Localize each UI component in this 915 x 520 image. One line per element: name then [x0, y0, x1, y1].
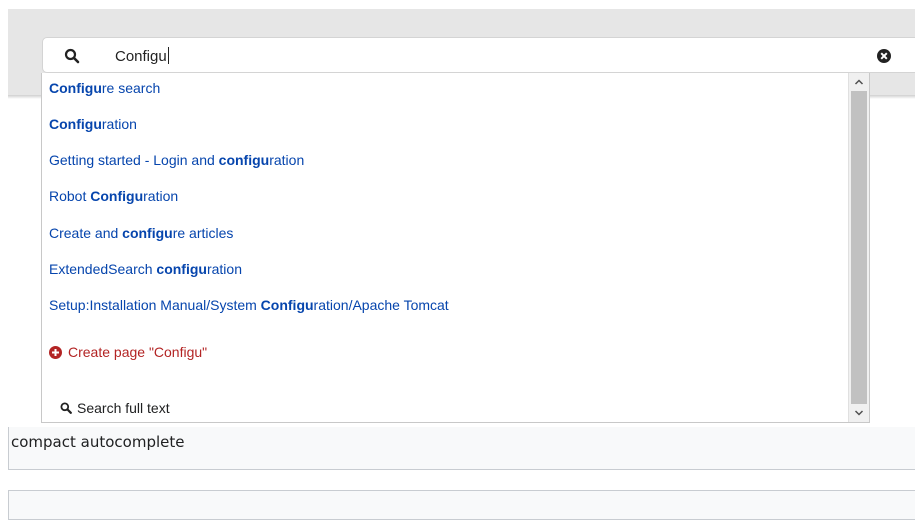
text-caret [167, 47, 169, 64]
suggestion-item[interactable]: Configure search [49, 77, 160, 99]
chevron-down-icon[interactable] [849, 404, 869, 422]
search-full-text-link[interactable]: Search full text [60, 397, 170, 419]
suggestion-item[interactable]: Create and configure articles [49, 222, 233, 244]
search-query: Configu [115, 47, 169, 65]
search-full-text-label: Search full text [77, 400, 170, 416]
chevron-up-icon[interactable] [849, 73, 869, 91]
autocomplete-dropdown: Configure search Configuration Getting s… [41, 73, 870, 423]
suggestion-item[interactable]: Robot Configuration [49, 185, 178, 207]
clear-icon[interactable] [877, 49, 891, 63]
dropdown-scrollbar[interactable] [848, 73, 869, 422]
search-input[interactable]: Configu [42, 37, 915, 73]
suggestion-item[interactable]: Setup:Installation Manual/System Configu… [49, 294, 449, 316]
create-page-label: Create page "Configu" [68, 344, 208, 360]
search-icon [60, 402, 72, 414]
next-thumbnail-frame [8, 490, 915, 520]
suggestion-item[interactable]: ExtendedSearch configuration [49, 258, 242, 280]
image-caption: compact autocomplete [11, 433, 185, 451]
create-page-link[interactable]: Create page "Configu" [49, 341, 207, 363]
screenshot-image: Configu Configure search Configuration G… [8, 9, 915, 427]
search-icon [64, 48, 80, 64]
plus-circle-icon [49, 346, 62, 359]
suggestion-item[interactable]: Getting started - Login and configuratio… [49, 149, 304, 171]
scrollbar-thumb[interactable] [851, 91, 867, 404]
suggestion-item[interactable]: Configuration [49, 113, 137, 135]
